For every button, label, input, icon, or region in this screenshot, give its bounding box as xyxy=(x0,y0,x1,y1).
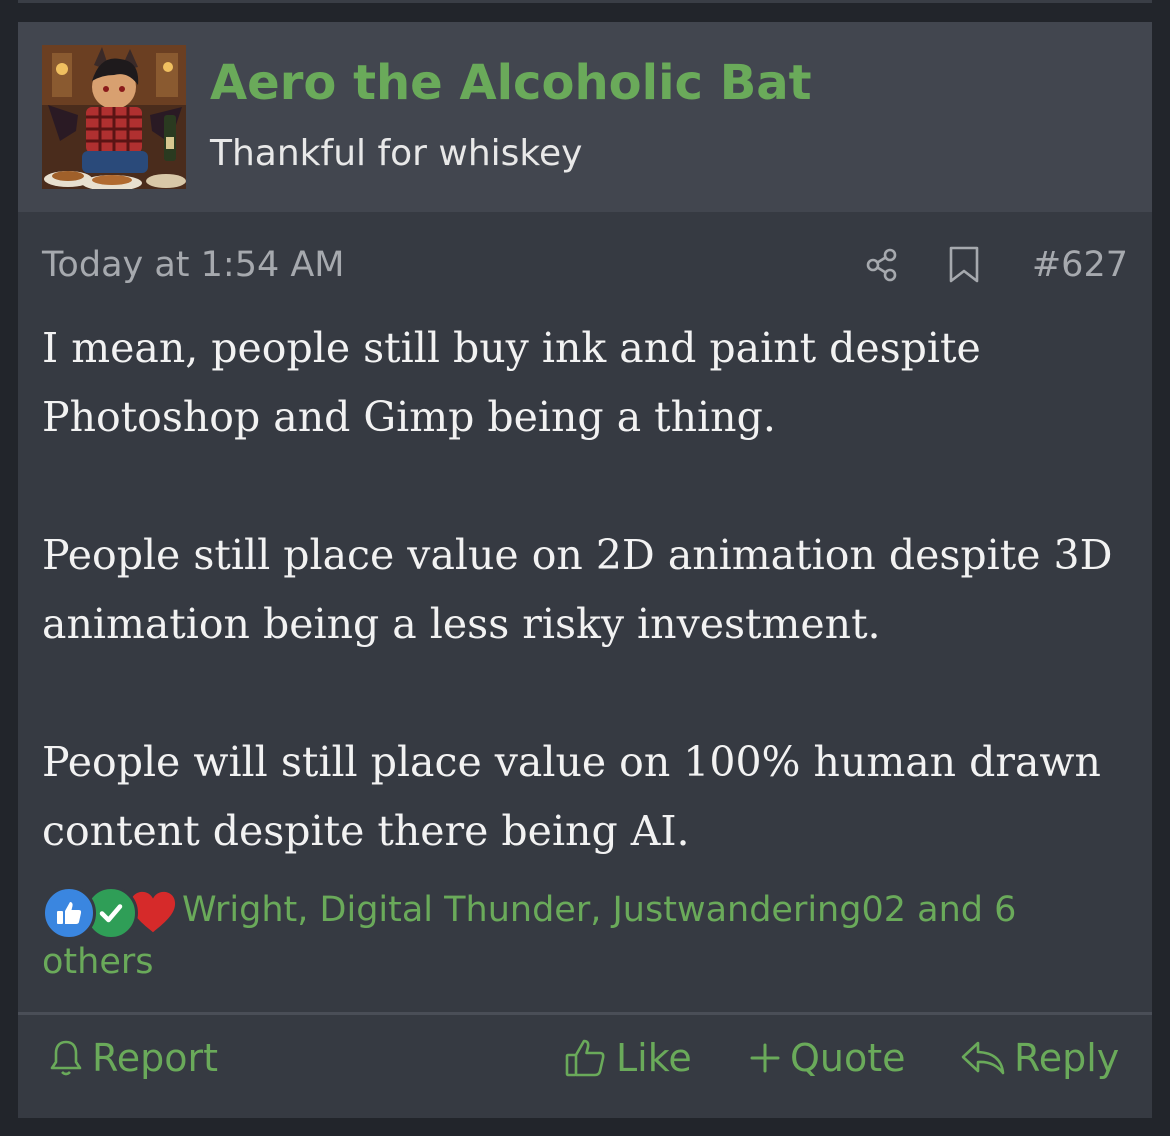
avatar[interactable] xyxy=(42,45,186,189)
quote-button[interactable]: Quote xyxy=(748,1030,906,1086)
user-title: Thankful for whiskey xyxy=(210,133,583,174)
reaction-icons[interactable] xyxy=(42,886,182,940)
reply-arrow-icon xyxy=(961,1041,1005,1075)
top-divider xyxy=(18,0,1152,3)
avatar-image xyxy=(42,45,186,189)
message-paragraph: People still place value on 2D animation… xyxy=(42,531,1113,648)
post-footer: Report Like Quote Reply xyxy=(42,1030,1128,1086)
reply-label: Reply xyxy=(1014,1036,1120,1080)
plus-icon xyxy=(750,1043,780,1073)
forum-post: Aero the Alcoholic Bat Thankful for whis… xyxy=(18,22,1152,1118)
like-label: Like xyxy=(616,1036,692,1080)
report-button[interactable]: Report xyxy=(48,1030,218,1086)
share-icon[interactable] xyxy=(862,245,902,285)
header-pointer xyxy=(98,212,130,226)
post-timestamp[interactable]: Today at 1:54 AM xyxy=(42,240,345,290)
reply-button[interactable]: Reply xyxy=(960,1030,1119,1086)
footer-divider xyxy=(18,1012,1152,1015)
thumbs-up-outline-icon xyxy=(565,1039,605,1077)
post-meta-actions: #627 xyxy=(862,240,1128,290)
post-header: Aero the Alcoholic Bat Thankful for whis… xyxy=(18,22,1152,226)
quote-label: Quote xyxy=(790,1036,906,1080)
post-number-link[interactable]: #627 xyxy=(1032,240,1128,290)
like-button[interactable]: Like xyxy=(564,1030,692,1086)
bell-icon xyxy=(50,1040,82,1076)
reactions-bar: Wright, Digital Thunder, Justwandering02… xyxy=(42,884,1052,988)
message-paragraph: People will still place value on 100% hu… xyxy=(42,738,1101,855)
report-label: Report xyxy=(92,1036,218,1080)
bookmark-icon[interactable] xyxy=(944,245,984,285)
post-meta: Today at 1:54 AM #627 xyxy=(42,240,1128,290)
reaction-users-link[interactable]: Wright, Digital Thunder, Justwandering02… xyxy=(42,884,1052,988)
message-paragraph: I mean, people still buy ink and paint d… xyxy=(42,324,981,441)
username-link[interactable]: Aero the Alcoholic Bat xyxy=(210,52,812,114)
thumbs-up-icon xyxy=(42,886,96,940)
post-message: I mean, people still buy ink and paint d… xyxy=(42,314,1132,866)
